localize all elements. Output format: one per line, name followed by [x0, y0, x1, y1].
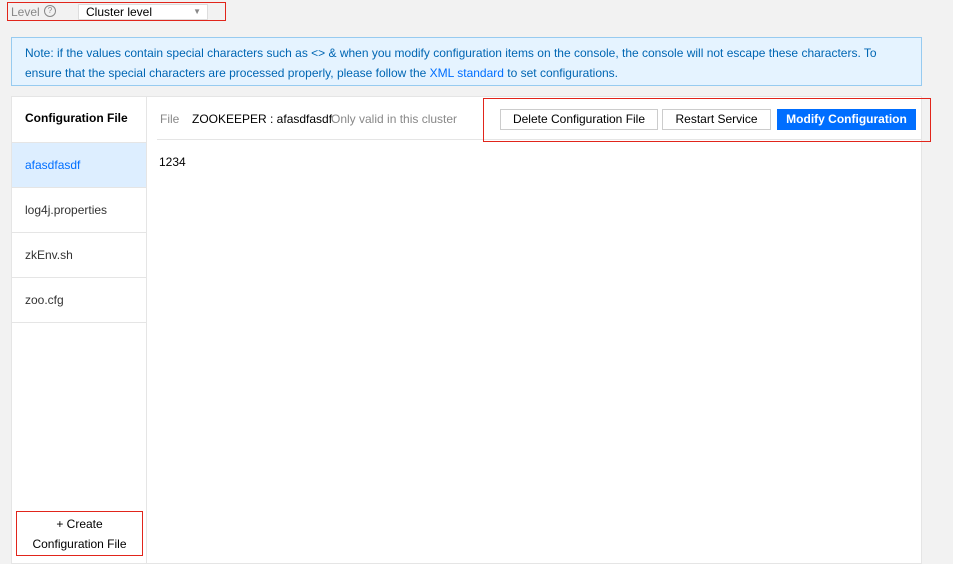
file-label: File — [160, 112, 180, 126]
delete-config-file-button[interactable]: Delete Configuration File — [500, 109, 658, 130]
file-content-text: 1234 — [159, 155, 186, 169]
note-banner: Note: if the values contain special char… — [11, 37, 922, 86]
xml-standard-link[interactable]: XML standard — [430, 66, 504, 80]
level-select-value: Cluster level — [86, 5, 153, 19]
question-circle-icon[interactable]: ? — [44, 5, 56, 17]
sidebar-item-zoo-cfg[interactable]: zoo.cfg — [12, 277, 146, 322]
file-content-area: File ZOOKEEPER : afasdfasdf Only valid i… — [147, 97, 931, 563]
config-file-sidebar: Configuration File afasdfasdf log4j.prop… — [12, 97, 147, 563]
file-scope-hint: Only valid in this cluster — [331, 112, 458, 126]
create-button-line1: + Create — [56, 517, 103, 531]
sidebar-item-zkenv-sh[interactable]: zkEnv.sh — [12, 232, 146, 277]
note-text-after: to set configurations. — [503, 66, 619, 80]
create-button-line2: Configuration File — [32, 537, 127, 551]
config-file-list: afasdfasdf log4j.properties zkEnv.sh zoo… — [12, 142, 146, 323]
sidebar-item-afasdfasdf[interactable]: afasdfasdf — [12, 142, 146, 187]
restart-service-button[interactable]: Restart Service — [662, 109, 771, 130]
level-label: Level — [11, 5, 40, 19]
create-config-file-button[interactable]: + Create Configuration File — [16, 511, 143, 556]
modify-configuration-button[interactable]: Modify Configuration — [777, 109, 916, 130]
level-select[interactable]: Cluster level ▼ — [78, 4, 208, 20]
sidebar-item-log4j-properties[interactable]: log4j.properties — [12, 187, 146, 232]
file-header: File ZOOKEEPER : afasdfasdf Only valid i… — [157, 97, 931, 142]
actions-highlight: Delete Configuration File Restart Servic… — [483, 98, 931, 142]
file-name: ZOOKEEPER : afasdfasdf — [192, 112, 333, 126]
config-panel: Configuration File afasdfasdf log4j.prop… — [11, 96, 931, 564]
sidebar-title: Configuration File — [25, 111, 128, 125]
caret-down-icon: ▼ — [193, 7, 201, 16]
